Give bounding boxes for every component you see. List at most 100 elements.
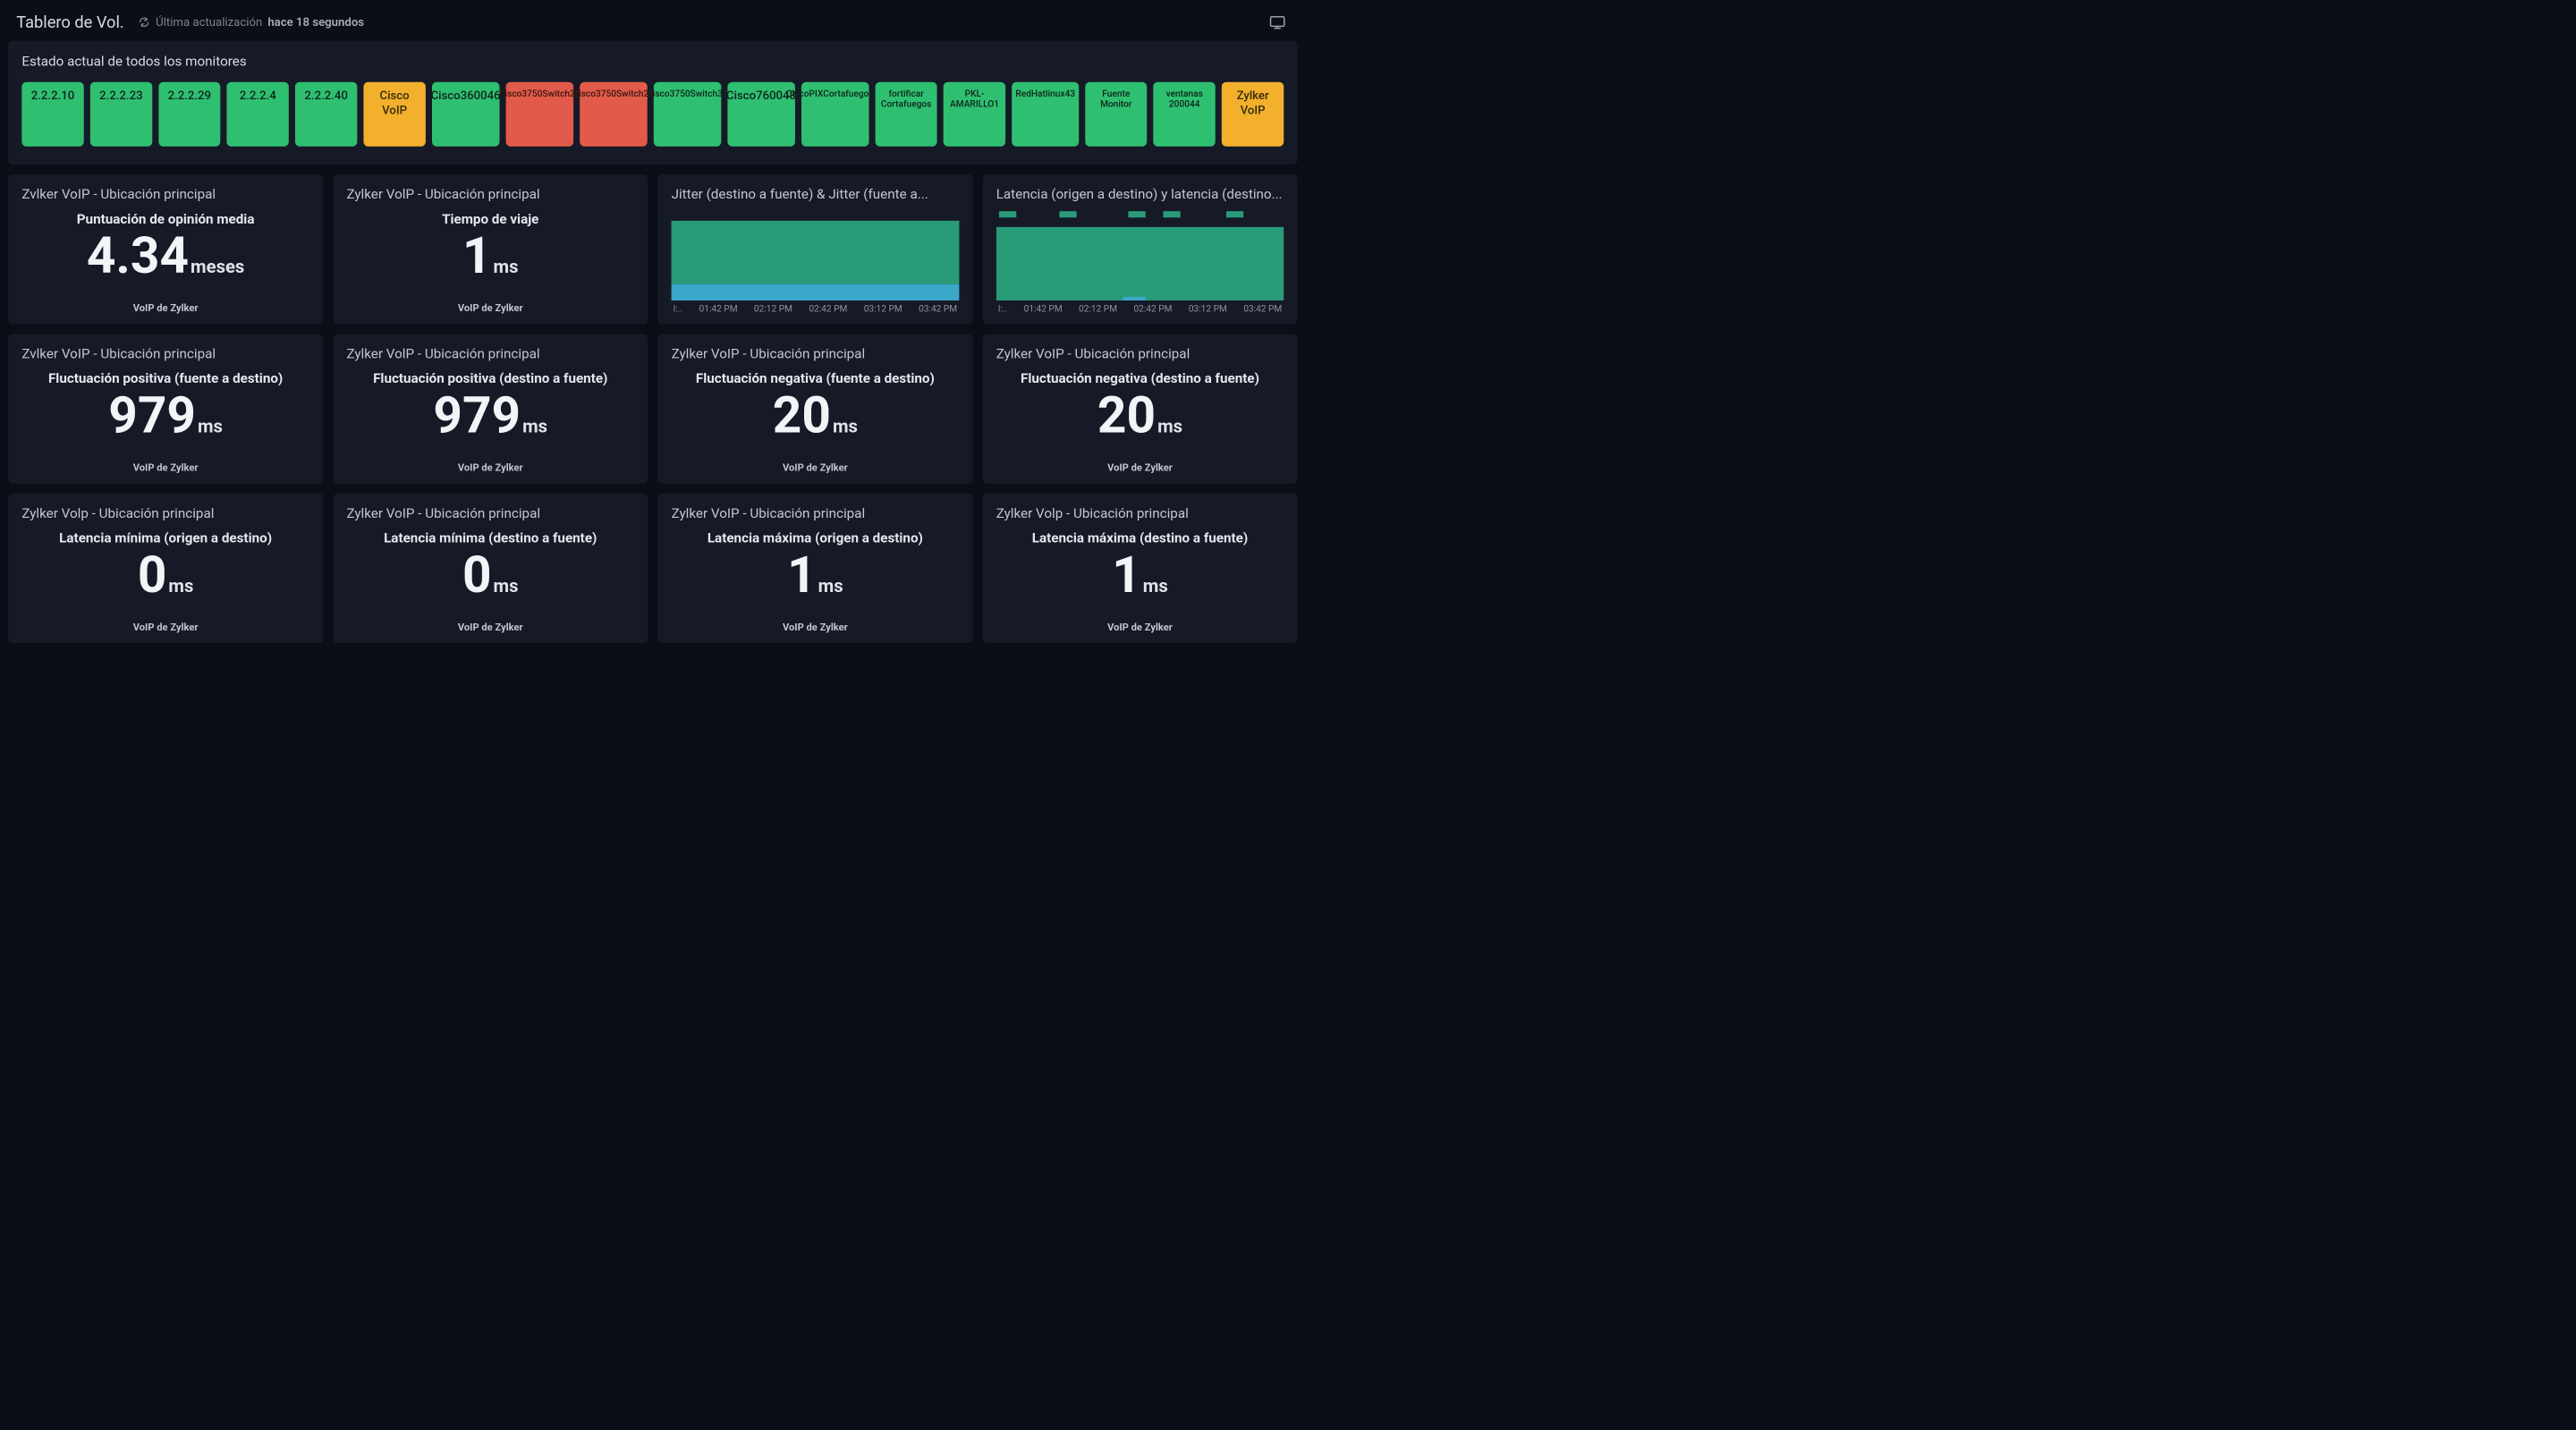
- monitor-tile[interactable]: Zylker VoIP: [1222, 82, 1284, 147]
- axis-tick: 01:42 PM: [1024, 303, 1063, 314]
- chart-area: I:..01:42 PM02:12 PM02:42 PM03:12 PM03:4…: [996, 211, 1284, 314]
- metric-unit: ms: [818, 575, 843, 597]
- card-title: Zylker Volp - Ubicación principal: [996, 505, 1284, 521]
- metric-unit: ms: [522, 416, 547, 437]
- refresh-icon[interactable]: [138, 16, 150, 29]
- metric-label: Puntuación de opinión media: [21, 211, 309, 227]
- monitor-tile[interactable]: Cisco360046: [432, 82, 500, 147]
- metric-source: VoIP de Zylker: [21, 303, 309, 315]
- metric-card[interactable]: Zylker VoIP - Ubicación principalLatenci…: [333, 494, 648, 643]
- metric-label: Fluctuación negativa (destino a fuente): [996, 371, 1284, 387]
- axis-tick: 01:42 PM: [699, 303, 738, 314]
- monitor-tile[interactable]: 2.2.2.23: [90, 82, 152, 147]
- metric-value-row: 1ms: [346, 231, 634, 294]
- monitor-tile-label: 2.2.2.4: [240, 89, 276, 103]
- refresh-time: hace 18 segundos: [267, 15, 364, 29]
- chart-card[interactable]: Jitter (destino a fuente) & Jitter (fuen…: [657, 174, 972, 324]
- metric-card[interactable]: Zylker VoIP - Ubicación principalFluctua…: [657, 334, 972, 484]
- monitor-status-panel: Estado actual de todos los monitores 2.2…: [8, 41, 1297, 165]
- metric-value-row: 4.34meses: [21, 231, 309, 294]
- metric-label: Fluctuación positiva (fuente a destino): [21, 371, 309, 387]
- monitor-tile[interactable]: Cisco3750Switch36: [654, 82, 722, 147]
- metric-value-row: 20ms: [672, 390, 960, 453]
- monitor-tile[interactable]: 2.2.2.29: [158, 82, 220, 147]
- axis-tick: 03:12 PM: [864, 303, 902, 314]
- metric-value-row: 20ms: [996, 390, 1284, 453]
- monitor-tile-label: ventanas 200044: [1157, 89, 1212, 109]
- metric-label: Latencia máxima (origen a destino): [672, 530, 960, 546]
- monitor-tile[interactable]: 2.2.2.10: [21, 82, 83, 147]
- monitor-tile[interactable]: 2.2.2.4: [227, 82, 289, 147]
- metric-value-row: 979ms: [346, 390, 634, 453]
- refresh-status[interactable]: Última actualización hace 18 segundos: [138, 15, 364, 29]
- card-title: Zylker VoIP - Ubicación principal: [672, 505, 960, 521]
- metric-unit: ms: [198, 416, 223, 437]
- monitor-tile-label: 2.2.2.10: [31, 89, 74, 103]
- monitor-tile-label: Cisco3750Switch25: [499, 89, 580, 99]
- metric-card[interactable]: Zylker VoIP - Ubicación principalFluctua…: [982, 334, 1297, 484]
- metric-unit: ms: [833, 416, 858, 437]
- axis-tick: 03:42 PM: [1243, 303, 1282, 314]
- card-title: Zylker VoIP - Ubicación principal: [672, 346, 960, 362]
- monitor-tile[interactable]: Fuente Monitor: [1085, 82, 1147, 147]
- metric-value: 1: [462, 231, 492, 282]
- axis-tick: 03:42 PM: [919, 303, 957, 314]
- metric-card[interactable]: Zvlker VoIP - Ubicación principalPuntuac…: [8, 174, 323, 324]
- metric-source: VoIP de Zylker: [672, 622, 960, 633]
- metric-card[interactable]: Zvlker VoIP - Ubicación principal Fluctua…: [8, 334, 323, 484]
- axis-tick: 03:12 PM: [1189, 303, 1227, 314]
- metric-label: Fluctuación positiva (destino a fuente): [346, 371, 634, 387]
- metric-value: 0: [138, 550, 167, 601]
- metric-label: Latencia mínima (destino a fuente): [346, 530, 634, 546]
- metric-unit: meses: [191, 256, 244, 277]
- card-title: Zvlker VoIP - Ubicación principal: [21, 346, 309, 362]
- monitor-tile[interactable]: 2.2.2.40: [295, 82, 357, 147]
- card-title: Zylker VolP - Ubicación principal: [346, 186, 634, 202]
- refresh-label: Última actualización: [156, 15, 262, 29]
- metric-value: 0: [462, 550, 492, 601]
- monitor-tile[interactable]: RedHatlinux43: [1012, 82, 1079, 147]
- chart-area: I:..01:42 PM02:12 PM02:42 PM03:12 PM03:4…: [672, 211, 960, 314]
- metric-unit: ms: [1157, 416, 1182, 437]
- metric-value-row: 1ms: [996, 550, 1284, 613]
- metric-value: 979: [108, 390, 196, 441]
- metric-value-row: 0ms: [21, 550, 309, 613]
- metric-card[interactable]: Zylker Volp - Ubicación principalLatenci…: [8, 494, 323, 643]
- metric-value: 4.34: [87, 231, 189, 282]
- metric-source: VoIP de Zylker: [21, 462, 309, 474]
- monitor-tile-label: RedHatlinux43: [1015, 89, 1075, 99]
- metric-card[interactable]: Zylker Volp - Ubicación principalLatenci…: [982, 494, 1297, 643]
- monitor-tile-label: Zylker VoIP: [1225, 89, 1280, 118]
- monitor-tile[interactable]: PKL-AMARILLO1: [944, 82, 1005, 147]
- axis-tick: 02:42 PM: [1133, 303, 1172, 314]
- dashboard-grid: Zvlker VoIP - Ubicación principal Puntuac…: [8, 174, 1297, 643]
- metric-source: VoIP de Zylker: [346, 303, 634, 315]
- monitor-tile[interactable]: Cisco3750Switch25: [505, 82, 573, 147]
- monitor-tile[interactable]: fortificar Cortafuegos: [875, 82, 936, 147]
- monitor-tile[interactable]: Cisco760048: [727, 82, 795, 147]
- metric-unit: ms: [1143, 575, 1168, 597]
- page-title: Tablero de Vol.: [16, 13, 123, 31]
- fullscreen-icon[interactable]: [1269, 14, 1285, 30]
- monitor-tile[interactable]: Cisco VoIP: [363, 82, 425, 147]
- monitor-row: 2.2.2.102.2.2.232.2.2.292.2.2.42.2.2.40C…: [21, 82, 1284, 147]
- metric-value: 20: [773, 390, 831, 441]
- monitor-tile-label: Cisco3750Switch36: [647, 89, 728, 99]
- chart-card[interactable]: Latencia (origen a destino) y latencia (…: [982, 174, 1297, 324]
- metric-source: VoIP de Zylker: [996, 622, 1284, 633]
- metric-source: VoIP de Zylker: [346, 462, 634, 474]
- metric-card[interactable]: Zylker VolP - Ubicación principalFluctua…: [333, 334, 648, 484]
- monitor-tile[interactable]: Cisco3750Switch26: [580, 82, 648, 147]
- metric-value: 1: [1112, 550, 1141, 601]
- metric-label: Tiempo de viaje: [346, 211, 634, 227]
- monitor-tile-label: PKL-AMARILLO1: [947, 89, 1002, 109]
- monitor-tile[interactable]: CiscoPIXCortafuegos47: [801, 82, 869, 147]
- monitor-tile[interactable]: ventanas 200044: [1154, 82, 1216, 147]
- axis-tick: 02:42 PM: [809, 303, 847, 314]
- metric-unit: ms: [494, 575, 519, 597]
- metric-card[interactable]: Zylker VoIP - Ubicación principal Latenci…: [657, 494, 972, 643]
- metric-card[interactable]: Zylker VolP - Ubicación principal Tiempo …: [333, 174, 648, 324]
- metric-value: 20: [1097, 390, 1156, 441]
- chart-canvas: [672, 217, 960, 300]
- metric-value: 979: [433, 390, 521, 441]
